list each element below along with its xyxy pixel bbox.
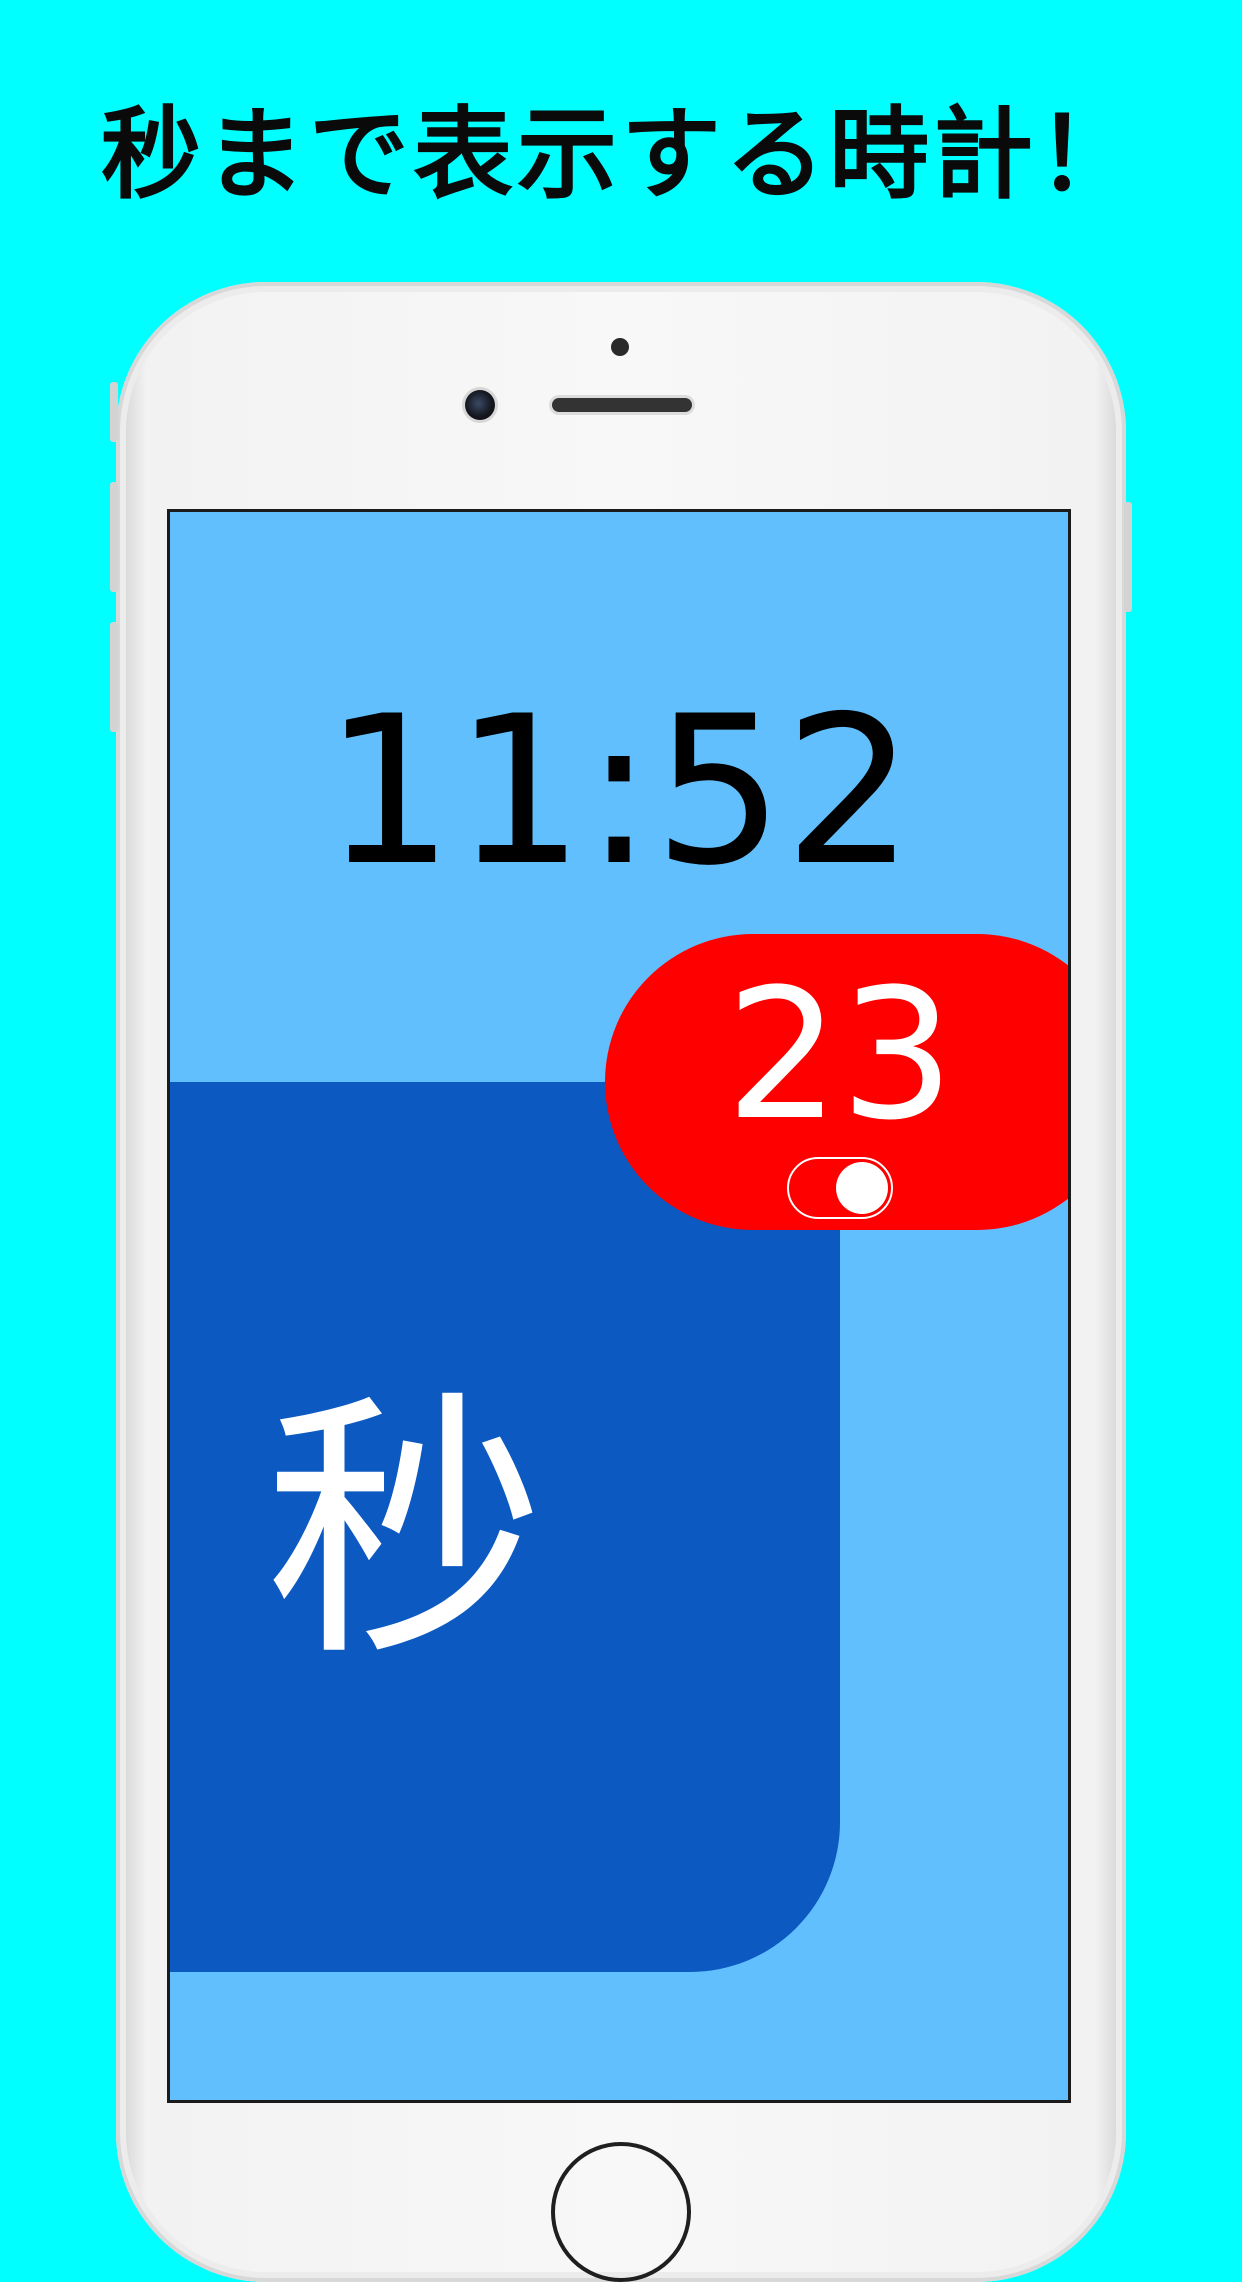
side-button-volume-up — [110, 482, 118, 592]
side-button-power — [1124, 502, 1132, 612]
phone-frame: 11:52 秒 23 — [110, 282, 1132, 2282]
app-screen: 11:52 秒 23 — [170, 512, 1068, 2100]
home-button[interactable] — [551, 2142, 691, 2282]
headline: 秒まで表示する時計！ — [101, 96, 1141, 213]
seconds-badge: 23 — [605, 934, 1068, 1230]
seconds-display: 23 — [725, 951, 955, 1160]
front-camera — [465, 390, 495, 420]
toggle-knob — [836, 1162, 888, 1214]
kanji-label: 秒 — [265, 1369, 545, 1695]
proximity-sensor — [611, 338, 629, 356]
seconds-toggle[interactable] — [787, 1157, 893, 1219]
earpiece-speaker — [552, 398, 692, 412]
time-display: 11:52 — [323, 673, 915, 911]
side-button-volume-down — [110, 622, 118, 732]
side-button-mute — [110, 382, 118, 442]
